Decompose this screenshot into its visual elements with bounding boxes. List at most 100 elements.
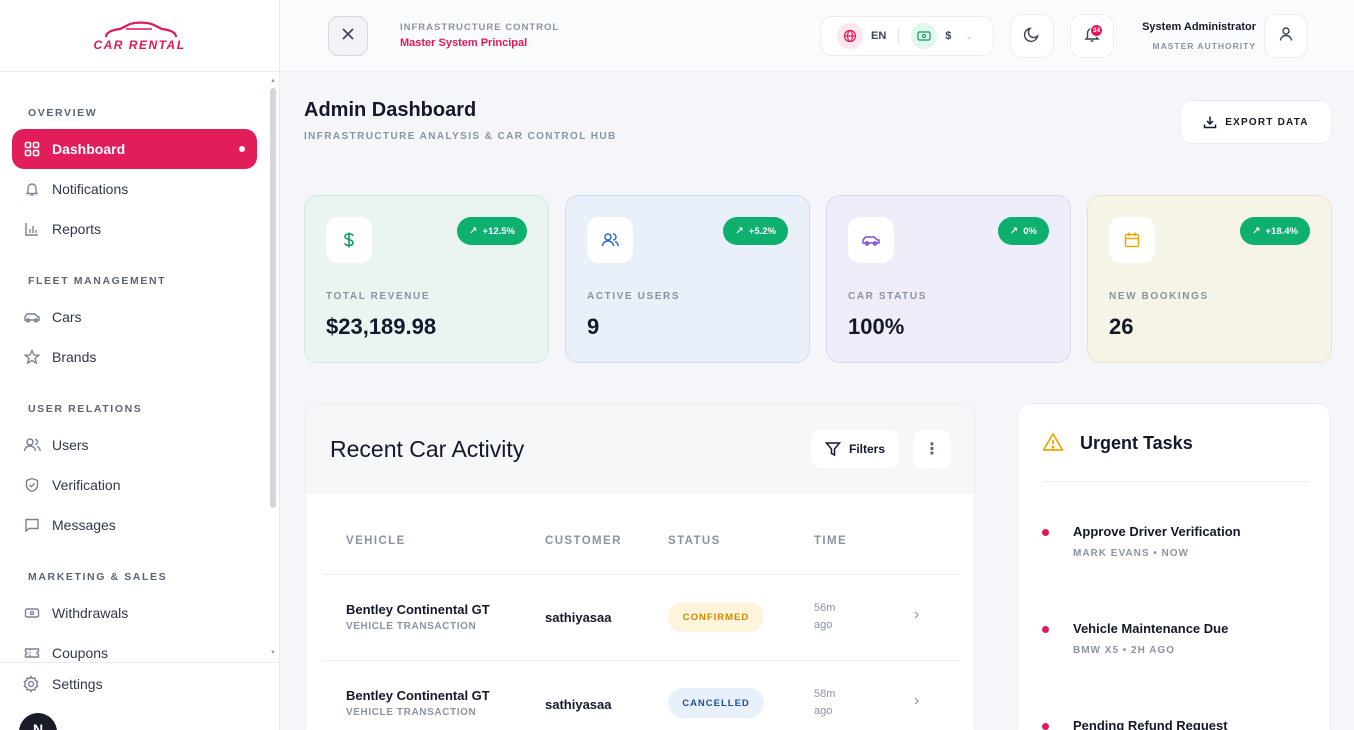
settings-label: Settings (52, 676, 103, 692)
sidebar-item-label: Dashboard (52, 141, 126, 157)
locale-switcher: EN $ ⌄ (820, 16, 994, 56)
active-indicator (239, 146, 245, 152)
profile-button[interactable] (1264, 14, 1308, 58)
chevron-right-icon[interactable]: › (914, 606, 919, 624)
sidebar-item-cars[interactable]: Cars (12, 297, 257, 337)
sidebar-item-withdrawals[interactable]: Withdrawals (12, 593, 257, 633)
task-subtitle: BMW X5 • 2H AGO (1073, 645, 1176, 656)
task-title: Vehicle Maintenance Due (1073, 621, 1229, 636)
globe-icon[interactable] (837, 23, 863, 49)
sidebar-item-messages[interactable]: Messages (12, 505, 257, 545)
sidebar-nav: OVERVIEW Dashboard Notifications Reports… (0, 72, 270, 662)
filters-label: Filters (848, 442, 885, 456)
trend-up-icon: ↗ (469, 225, 478, 237)
stat-value: 26 (1109, 314, 1134, 339)
more-options-button[interactable]: ⋮ (913, 430, 951, 468)
car-icon (848, 217, 894, 263)
notification-count-badge: 34 (1090, 24, 1103, 37)
more-vertical-icon: ⋮ (924, 441, 940, 458)
sidebar-item-label: Reports (52, 221, 102, 237)
gear-icon (22, 675, 40, 693)
priority-dot (1042, 723, 1049, 730)
activity-title: Recent Car Activity (330, 436, 525, 462)
activity-header: Recent Car Activity Filters ⋮ (306, 404, 974, 494)
sidebar-item-label: Cars (52, 309, 82, 325)
trend-badge: ↗ +12.5% (457, 217, 527, 245)
sidebar-item-dashboard[interactable]: Dashboard (12, 129, 257, 169)
status-badge: CONFIRMED (668, 602, 764, 632)
chevron-down-icon[interactable]: ⌄ (965, 31, 973, 42)
calendar-icon (1109, 217, 1155, 263)
sidebar-item-reports[interactable]: Reports (12, 209, 257, 249)
filter-icon (824, 441, 841, 457)
stat-label: NEW BOOKINGS (1109, 291, 1209, 302)
language-code[interactable]: EN (871, 30, 886, 42)
sidebar-item-coupons[interactable]: Coupons (12, 633, 257, 662)
car-icon (22, 307, 42, 327)
brand-logo[interactable]: CAR RENTAL (0, 0, 279, 72)
close-sidebar-button[interactable] (328, 16, 368, 56)
dollar-icon (326, 217, 372, 263)
settings-link[interactable]: Settings (22, 675, 103, 693)
trend-up-icon: ↗ (1009, 225, 1019, 237)
theme-toggle-button[interactable] (1010, 14, 1054, 58)
status-badge: CANCELLED (668, 688, 764, 718)
admin-role: MASTER AUTHORITY (1152, 41, 1256, 51)
users-icon (22, 435, 42, 455)
sidebar-scrollbar[interactable] (270, 88, 276, 508)
sidebar-item-notifications[interactable]: Notifications (12, 169, 257, 209)
urgent-title: Urgent Tasks (1080, 433, 1193, 453)
chevron-right-icon[interactable]: › (914, 692, 919, 710)
divider (1042, 481, 1308, 482)
sidebar-footer: Settings N (0, 662, 280, 730)
star-icon (22, 347, 42, 367)
vehicle-name: Bentley Continental GT (346, 602, 490, 617)
sidebar-item-verification[interactable]: Verification (12, 465, 257, 505)
top-header: INFRASTRUCTURE CONTROL Master System Pri… (280, 0, 1354, 72)
task-title: Pending Refund Request (1073, 718, 1228, 730)
section-fleet: FLEET MANAGEMENT (28, 275, 167, 287)
sidebar: CAR RENTAL OVERVIEW Dashboard Notificati… (0, 0, 280, 730)
warning-icon (1042, 432, 1064, 452)
bell-icon (22, 179, 42, 199)
vehicle-subtitle: VEHICLE TRANSACTION (346, 621, 477, 632)
sidebar-item-brands[interactable]: Brands (12, 337, 257, 377)
sidebar-item-users[interactable]: Users (12, 425, 257, 465)
column-header-time[interactable]: TIME (814, 535, 847, 547)
stat-label: TOTAL REVENUE (326, 291, 431, 302)
export-data-button[interactable]: EXPORT DATA (1180, 100, 1332, 144)
stat-card-bookings: ↗ +18.4% NEW BOOKINGS 26 (1087, 195, 1332, 363)
bar-chart-icon (22, 219, 42, 239)
sidebar-item-label: Notifications (52, 181, 129, 197)
trend-up-icon: ↗ (735, 225, 744, 237)
divider (898, 28, 900, 44)
filters-button[interactable]: Filters (811, 430, 899, 468)
stat-label: ACTIVE USERS (587, 291, 681, 302)
time-ago: 58m ago (814, 688, 836, 717)
vehicle-name: Bentley Continental GT (346, 688, 490, 703)
grid-icon (22, 139, 42, 159)
column-header-status[interactable]: STATUS (668, 535, 721, 547)
scroll-down-arrow[interactable]: ▼ (270, 650, 276, 656)
row-divider (322, 574, 960, 575)
row-divider (322, 660, 960, 661)
admin-name: System Administrator (1142, 21, 1256, 33)
stat-card-users: ↗ +5.2% ACTIVE USERS 9 (565, 195, 810, 363)
task-title: Approve Driver Verification (1073, 524, 1241, 539)
notifications-button[interactable]: 34 (1070, 14, 1114, 58)
column-header-vehicle[interactable]: VEHICLE (346, 535, 406, 547)
sidebar-item-label: Brands (52, 349, 97, 365)
sidebar-item-label: Users (52, 437, 89, 453)
currency-symbol[interactable]: $ (945, 30, 951, 42)
column-header-customer[interactable]: CUSTOMER (545, 535, 622, 547)
cash-icon[interactable] (911, 23, 938, 49)
time-ago: 56m ago (814, 602, 836, 631)
brand-name: CAR RENTAL (93, 37, 186, 52)
scroll-up-arrow[interactable]: ▲ (270, 78, 276, 84)
page-subtitle: INFRASTRUCTURE ANALYSIS & CAR CONTROL HU… (304, 131, 617, 142)
stat-value: 100% (848, 314, 905, 339)
priority-dot (1042, 529, 1049, 536)
user-avatar[interactable]: N (19, 713, 57, 730)
section-user-relations: USER RELATIONS (28, 403, 143, 415)
priority-dot (1042, 626, 1049, 633)
